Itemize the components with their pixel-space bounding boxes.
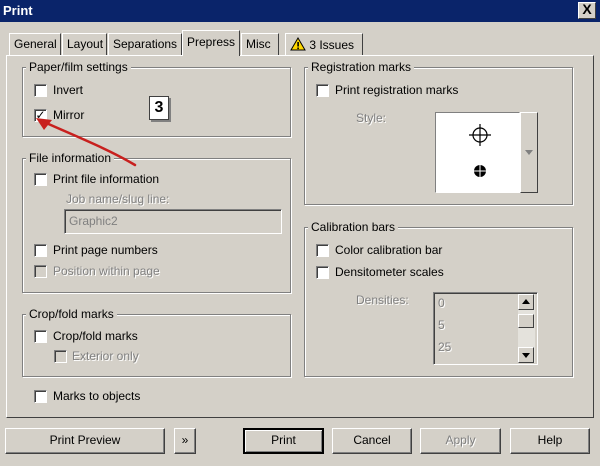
registration-mark-icon bbox=[469, 124, 491, 179]
tab-prepress[interactable]: Prepress bbox=[182, 30, 240, 56]
color-calibration-checkbox[interactable] bbox=[316, 244, 329, 257]
calibration-legend: Calibration bars bbox=[308, 220, 399, 234]
print-file-info-checkbox[interactable] bbox=[34, 173, 47, 186]
scroll-down-button[interactable] bbox=[518, 347, 534, 363]
job-name-value: Graphic2 bbox=[69, 214, 118, 228]
scroll-up-button[interactable] bbox=[518, 294, 534, 310]
densities-label: Densities: bbox=[356, 293, 409, 307]
invert-label: Invert bbox=[53, 83, 84, 97]
tab-label: General bbox=[14, 37, 57, 51]
marks-to-objects-checkbox[interactable] bbox=[34, 390, 47, 403]
invert-checkbox[interactable] bbox=[34, 84, 47, 97]
tab-label: Prepress bbox=[187, 35, 236, 49]
job-name-label: Job name/slug line: bbox=[66, 192, 170, 206]
tab-misc[interactable]: Misc bbox=[241, 33, 279, 55]
tab-layout[interactable]: Layout bbox=[62, 33, 107, 55]
job-name-field[interactable]: Graphic2 bbox=[64, 209, 282, 234]
densitometer-checkbox[interactable] bbox=[316, 266, 329, 279]
crop-fold-checkbox[interactable] bbox=[34, 330, 47, 343]
close-icon: X bbox=[582, 1, 592, 17]
print-preview-button[interactable]: Print Preview bbox=[5, 428, 165, 454]
page-preview-icon: 3 bbox=[149, 96, 169, 120]
tab-label: Layout bbox=[67, 37, 104, 51]
crop-fold-label: Crop/fold marks bbox=[53, 329, 138, 343]
print-file-info-label: Print file information bbox=[53, 172, 160, 186]
cancel-button[interactable]: Cancel bbox=[332, 428, 412, 454]
densitometer-label: Densitometer scales bbox=[335, 265, 444, 279]
expand-preview-button[interactable]: » bbox=[174, 428, 196, 454]
close-button[interactable]: X bbox=[578, 2, 596, 19]
tab-separations[interactable]: Separations bbox=[108, 33, 182, 55]
title-bar: Print bbox=[0, 0, 600, 22]
style-dropdown-button[interactable] bbox=[520, 112, 538, 193]
scroll-thumb[interactable] bbox=[518, 314, 534, 328]
densities-listbox[interactable]: 0 5 25 bbox=[433, 292, 538, 365]
print-registration-checkbox[interactable] bbox=[316, 84, 329, 97]
densities-item[interactable]: 5 bbox=[438, 318, 445, 332]
crop-fold-group bbox=[22, 314, 291, 377]
paper-film-legend: Paper/film settings bbox=[26, 60, 131, 74]
position-within-page-checkbox[interactable] bbox=[34, 265, 47, 278]
exterior-only-label: Exterior only bbox=[72, 349, 139, 363]
style-label: Style: bbox=[356, 111, 387, 125]
print-page-numbers-checkbox[interactable] bbox=[34, 244, 47, 257]
tab-label: 3 Issues bbox=[309, 38, 355, 52]
arrow-down-icon bbox=[522, 353, 530, 358]
position-within-page-label: Position within page bbox=[53, 264, 160, 278]
double-arrow-icon: » bbox=[181, 433, 189, 447]
chevron-down-icon bbox=[525, 150, 533, 155]
tab-general[interactable]: General bbox=[9, 33, 61, 55]
densities-scrollbar[interactable] bbox=[518, 294, 535, 363]
warning-icon bbox=[290, 37, 306, 51]
print-page-numbers-label: Print page numbers bbox=[53, 243, 158, 257]
print-registration-label: Print registration marks bbox=[335, 83, 459, 97]
apply-button[interactable]: Apply bbox=[420, 428, 501, 454]
marks-to-objects-label: Marks to objects bbox=[53, 389, 141, 403]
tab-label: Separations bbox=[113, 37, 178, 51]
crop-fold-legend: Crop/fold marks bbox=[26, 307, 117, 321]
registration-style-preview[interactable] bbox=[435, 112, 520, 193]
densities-item[interactable]: 25 bbox=[438, 340, 451, 354]
page-glyph: 3 bbox=[154, 99, 164, 116]
tab-issues[interactable]: 3 Issues bbox=[285, 33, 363, 55]
help-button[interactable]: Help bbox=[510, 428, 590, 454]
annotation-arrow bbox=[36, 118, 137, 167]
tab-label: Misc bbox=[246, 37, 271, 51]
arrow-up-icon bbox=[522, 299, 530, 304]
registration-legend: Registration marks bbox=[308, 60, 415, 74]
exterior-only-checkbox[interactable] bbox=[54, 350, 67, 363]
color-calibration-label: Color calibration bar bbox=[335, 243, 443, 257]
print-button[interactable]: Print bbox=[243, 428, 324, 454]
densities-item[interactable]: 0 bbox=[438, 296, 445, 310]
window-title: Print bbox=[3, 3, 33, 18]
